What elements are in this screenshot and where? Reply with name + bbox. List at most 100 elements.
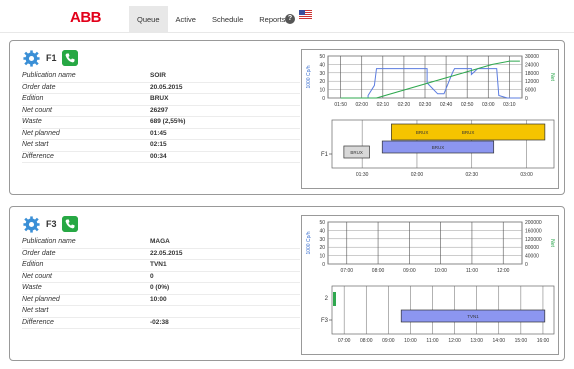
y-tick-label: 0 — [322, 96, 325, 102]
y2-tick-label: 120000 — [525, 237, 542, 243]
x-tick-label: 02:00 — [411, 172, 424, 178]
x-tick-label: 02:00 — [355, 102, 368, 108]
row-label: F3 — [321, 318, 329, 324]
main-nav: Queue Active Schedule Reports — [129, 6, 294, 33]
x-tick-label: 09:00 — [403, 268, 416, 274]
y-tick-label: 40 — [319, 62, 325, 68]
detail-label: Net start — [22, 141, 49, 148]
x-tick-label: 02:30 — [419, 102, 432, 108]
gantt-bar-label: BRUX — [350, 150, 363, 155]
speed-chart: 50 40 30 20 10 0 30000 24000 18000 12000 6000 0 01:5… — [306, 54, 555, 108]
y2-tick-label: 0 — [525, 96, 528, 102]
gantt-bar-label: BRUX — [462, 130, 475, 135]
detail-row: Difference 00:34 — [22, 152, 300, 163]
gantt-bar-label: BRUX — [416, 130, 429, 135]
y-tick-label: 10 — [319, 254, 325, 260]
phone-icon[interactable] — [61, 50, 78, 66]
job-details: Publication name MAGA Order date 22.05.201… — [22, 237, 300, 329]
detail-row: Net start — [22, 306, 300, 318]
us-flag-icon[interactable] — [299, 10, 312, 19]
detail-row: Edition BRUX — [22, 94, 300, 106]
x-tick-label: 16:00 — [537, 338, 550, 344]
detail-label: Publication name — [22, 72, 76, 79]
x-tick-label: 07:00 — [338, 338, 351, 344]
y2-tick-label: 6000 — [525, 88, 536, 94]
y2-tick-label: 160000 — [525, 228, 542, 234]
detail-value: 02:15 — [150, 141, 167, 148]
nav-queue[interactable]: Queue — [129, 6, 168, 33]
press-panel-f3: F3 Publication name MAGA Order date 22.05.… — [9, 206, 565, 361]
gantt-bar-label: BRUX — [432, 145, 445, 150]
detail-label: Net count — [22, 106, 52, 114]
x-tick-label: 03:00 — [520, 172, 533, 178]
detail-row: Waste 0 (0%) — [22, 283, 300, 295]
series-line — [340, 60, 520, 99]
detail-value: 00:34 — [150, 152, 167, 160]
x-tick-label: 10:00 — [434, 268, 447, 274]
y2-tick-label: 24000 — [525, 62, 539, 68]
job-details: Publication name SOIR Order date 20.05.201… — [22, 71, 300, 163]
x-tick-label: 02:40 — [440, 102, 453, 108]
detail-label: Difference — [22, 152, 54, 160]
detail-value: 22.05.2015 — [150, 249, 183, 257]
x-tick-label: 01:50 — [334, 102, 347, 108]
press-title: F1 — [46, 53, 57, 63]
row-label: F1 — [321, 152, 329, 158]
detail-row: Order date 20.05.2015 — [22, 83, 300, 94]
y2-axis-label: Net — [549, 239, 555, 247]
y-tick-label: 0 — [322, 262, 325, 268]
help-icon[interactable]: ? — [285, 14, 295, 24]
detail-row: Publication name MAGA — [22, 237, 300, 249]
x-tick-label: 07:00 — [341, 268, 354, 274]
press-title: F3 — [46, 219, 57, 229]
detail-value: BRUX — [150, 95, 169, 102]
y2-tick-label: 30000 — [525, 54, 539, 60]
x-tick-label: 12:00 — [448, 338, 461, 344]
y-axis-label: 1000 Cp/h — [306, 231, 312, 254]
y2-tick-label: 80000 — [525, 245, 539, 251]
detail-label: Net planned — [22, 129, 60, 137]
press-charts-f1: 50 40 30 20 10 0 30000 24000 18000 12000 6000 0 01:5… — [301, 49, 559, 189]
y-axis-label: 1000 Cp/h — [306, 65, 312, 88]
x-tick-label: 10:00 — [404, 338, 417, 344]
detail-row: Net planned 01:45 — [22, 129, 300, 140]
x-tick-label: 15:00 — [515, 338, 528, 344]
press-charts-f3: 50 40 30 20 10 0 200000 160000 120000 80000 40000 0… — [301, 215, 559, 355]
detail-value: 26297 — [150, 106, 169, 114]
detail-label: Publication name — [22, 238, 76, 245]
gear-icon[interactable] — [23, 49, 40, 67]
x-tick-label: 12:00 — [497, 268, 510, 274]
detail-value: 01:45 — [150, 129, 167, 137]
detail-value: 0 — [150, 272, 154, 280]
detail-value: 10:00 — [150, 295, 167, 303]
detail-label: Net start — [22, 307, 49, 314]
y2-tick-label: 40000 — [525, 254, 539, 260]
nav-schedule[interactable]: Schedule — [204, 6, 251, 33]
plot-frame — [327, 221, 523, 265]
detail-row: Net planned 10:00 — [22, 295, 300, 306]
x-tick-label: 02:50 — [461, 102, 474, 108]
x-tick-label: 09:00 — [382, 338, 395, 344]
phone-icon[interactable] — [61, 216, 78, 232]
gantt-chart: 01:30 02:00 02:30 03:00 F1 BRUX BRUX BRUX BRUX — [321, 119, 555, 178]
detail-value: 0 (0%) — [150, 284, 170, 291]
detail-label: Waste — [22, 284, 42, 291]
y-tick-label: 40 — [319, 228, 325, 234]
gantt-bar-label: TVN1 — [467, 314, 479, 319]
x-tick-label: 02:30 — [466, 172, 479, 178]
abb-logo[interactable]: ABB — [70, 9, 102, 26]
gear-icon[interactable] — [23, 215, 40, 233]
detail-value: SOIR — [150, 72, 166, 79]
press-panel-f1: F1 Publication name SOIR Order date 20.05.… — [9, 40, 565, 195]
y2-axis-label: Net — [549, 73, 555, 81]
y-tick-label: 20 — [319, 245, 325, 251]
speed-chart: 50 40 30 20 10 0 200000 160000 120000 80000 40000 0… — [306, 220, 555, 274]
y2-tick-label: 200000 — [525, 220, 542, 226]
nav-active[interactable]: Active — [168, 6, 204, 33]
x-tick-label: 03:10 — [503, 102, 516, 108]
x-tick-label: 08:00 — [372, 268, 385, 274]
x-tick-label: 02:20 — [398, 102, 411, 108]
x-tick-label: 13:00 — [470, 338, 483, 344]
detail-value: 689 (2,55%) — [150, 118, 186, 125]
detail-label: Edition — [22, 261, 44, 268]
